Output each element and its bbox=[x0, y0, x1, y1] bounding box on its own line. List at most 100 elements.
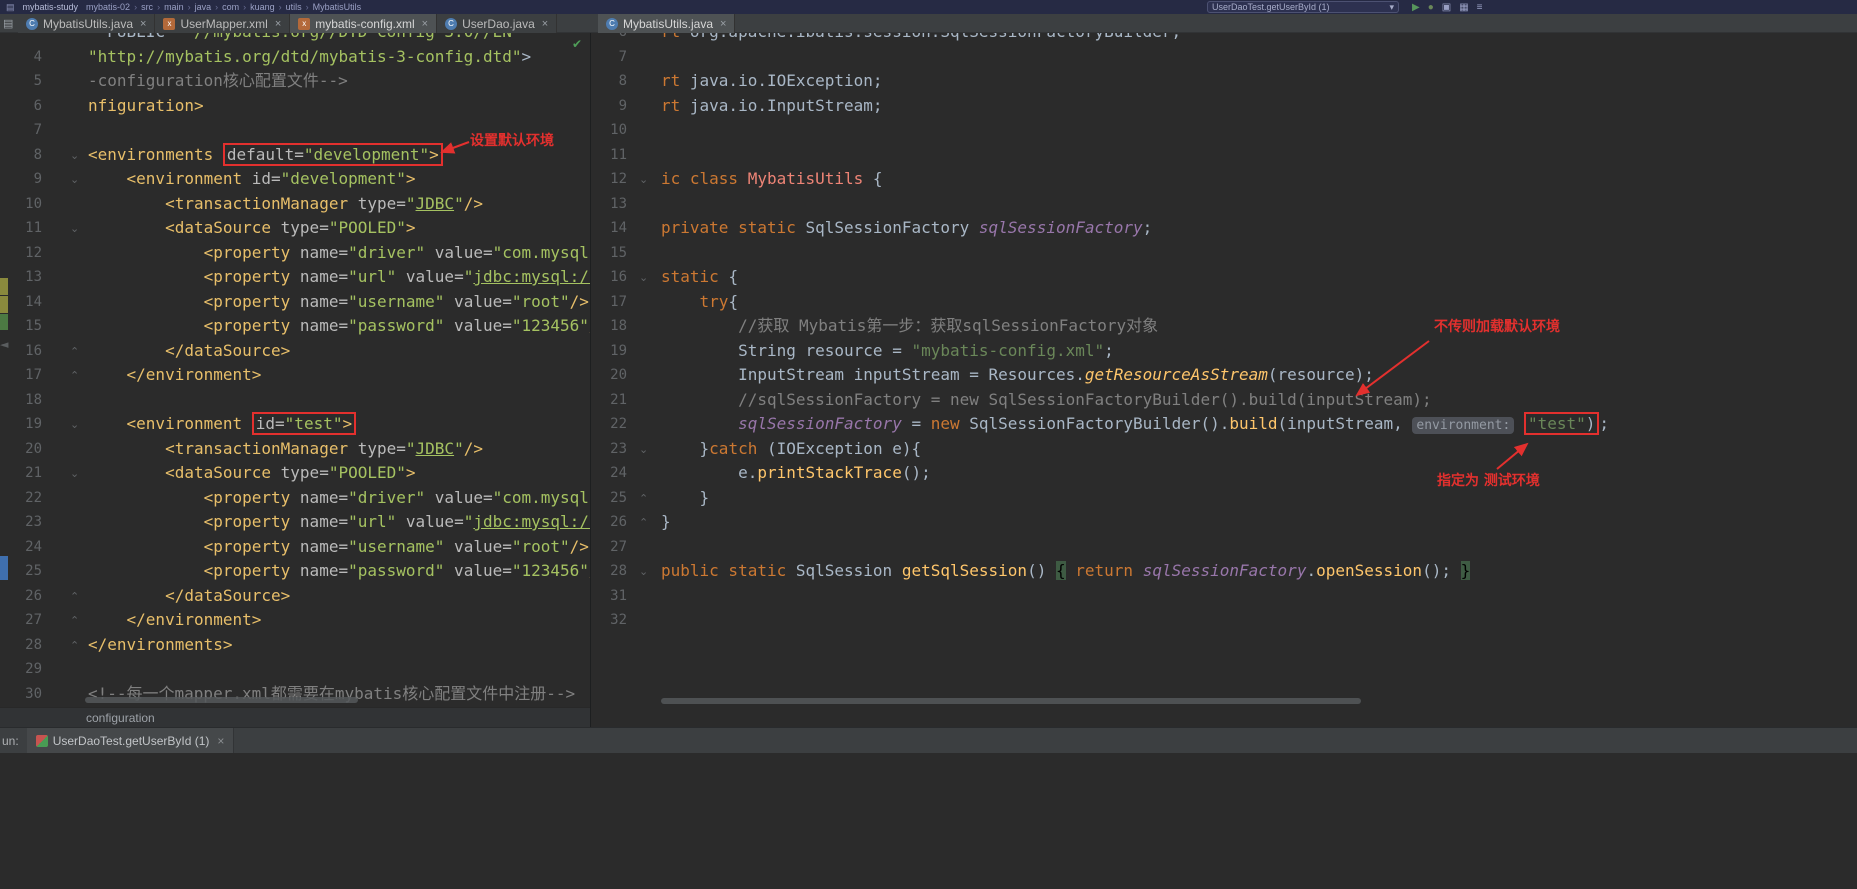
coverage-button[interactable]: ▣ bbox=[1442, 2, 1451, 13]
line-number[interactable]: 27 bbox=[591, 535, 627, 560]
fold-open-icon[interactable]: ⌄ bbox=[639, 168, 648, 193]
fold-close-icon[interactable]: ⌃ bbox=[70, 364, 79, 389]
line-number[interactable]: 5 bbox=[0, 69, 42, 94]
line-number[interactable]: 12 bbox=[591, 167, 627, 192]
line-number[interactable]: 19 bbox=[0, 412, 42, 437]
code-line[interactable]: 18 bbox=[0, 388, 590, 413]
line-number[interactable]: 28 bbox=[591, 559, 627, 584]
fold-open-icon[interactable]: ⌄ bbox=[70, 462, 79, 487]
line-number[interactable]: 17 bbox=[591, 290, 627, 315]
run-tab[interactable]: UserDaoTest.getUserById (1) × bbox=[26, 727, 235, 754]
close-icon[interactable]: × bbox=[217, 734, 224, 748]
editor-tab-mybatisutils-java[interactable]: C MybatisUtils.java × bbox=[18, 14, 156, 33]
code-line[interactable]: 16 ⌄ static { bbox=[591, 265, 1857, 290]
code-line[interactable]: 14 <property name="username" value="root… bbox=[0, 290, 590, 315]
close-icon[interactable]: × bbox=[720, 18, 726, 30]
line-number[interactable]: 30 bbox=[0, 682, 42, 707]
code-line[interactable]: 14 private static SqlSessionFactory sqlSe… bbox=[591, 216, 1857, 241]
breadcrumb-item[interactable]: com bbox=[222, 2, 239, 12]
line-number[interactable]: 18 bbox=[0, 388, 42, 413]
line-number[interactable]: 16 bbox=[591, 265, 627, 290]
line-number[interactable]: 12 bbox=[0, 241, 42, 266]
line-number[interactable]: 7 bbox=[591, 45, 627, 70]
line-number[interactable]: 4 bbox=[0, 45, 42, 70]
code-line[interactable]: 11 ⌄ <dataSource type="POOLED"> bbox=[0, 216, 590, 241]
run-button[interactable]: ▶ bbox=[1412, 2, 1420, 13]
line-number[interactable]: 18 bbox=[591, 314, 627, 339]
code-line[interactable]: 13 bbox=[591, 192, 1857, 217]
code-line[interactable]: 19 String resource = "mybatis-config.xml… bbox=[591, 339, 1857, 364]
inspections-ok-icon[interactable]: ✔ bbox=[572, 37, 582, 51]
line-number[interactable]: 27 bbox=[0, 608, 42, 633]
code-line[interactable]: 26 ⌃} bbox=[591, 510, 1857, 535]
line-number[interactable]: 19 bbox=[591, 339, 627, 364]
code-line[interactable]: 19 ⌄ <environment id="test"> bbox=[0, 412, 590, 437]
line-number[interactable]: 10 bbox=[0, 192, 42, 217]
line-number[interactable]: 23 bbox=[591, 437, 627, 462]
code-line[interactable]: 23 <property name="url" value="jdbc:mysq… bbox=[0, 510, 590, 535]
code-line[interactable]: 8 rt java.io.IOException; bbox=[591, 69, 1857, 94]
code-line[interactable]: 22 <property name="driver" value="com.my… bbox=[0, 486, 590, 511]
code-line[interactable]: 17 ⌃ </environment> bbox=[0, 363, 590, 388]
code-line[interactable]: 15 bbox=[591, 241, 1857, 266]
code-line[interactable]: 15 <property name="password" value="1234… bbox=[0, 314, 590, 339]
java-editor-pane[interactable]: 6 rt org.apache.ibatis.session.SqlSession… bbox=[590, 33, 1857, 727]
code-line[interactable]: 25 ⌃ } bbox=[591, 486, 1857, 511]
code-line[interactable]: 28 ⌄ public static SqlSession getSqlSessio… bbox=[591, 559, 1857, 584]
code-line[interactable]: 20 <transactionManager type="JDBC"/> bbox=[0, 437, 590, 462]
fold-close-icon[interactable]: ⌃ bbox=[70, 340, 79, 365]
editor-tab-usermapper-xml[interactable]: x UserMapper.xml × bbox=[155, 14, 291, 33]
line-number[interactable]: 31 bbox=[591, 584, 627, 609]
code-line[interactable]: 29 bbox=[0, 657, 590, 682]
line-number[interactable]: 8 bbox=[0, 143, 42, 168]
close-icon[interactable]: × bbox=[275, 18, 281, 30]
breadcrumb-item[interactable]: kuang bbox=[250, 2, 275, 12]
line-number[interactable]: 24 bbox=[591, 461, 627, 486]
fold-open-icon[interactable]: ⌄ bbox=[70, 144, 79, 169]
close-icon[interactable]: × bbox=[542, 18, 548, 30]
line-number[interactable]: 14 bbox=[591, 216, 627, 241]
line-number[interactable]: 11 bbox=[591, 143, 627, 168]
line-number[interactable]: 7 bbox=[0, 118, 42, 143]
code-line[interactable]: 23 ⌄ }catch (IOException e){ bbox=[591, 437, 1857, 462]
code-line[interactable]: 21 //sqlSessionFactory = new SqlSessionF… bbox=[591, 388, 1857, 413]
fold-open-icon[interactable]: ⌄ bbox=[639, 266, 648, 291]
code-line[interactable]: 31 bbox=[591, 584, 1857, 609]
breadcrumb-item[interactable]: src bbox=[141, 2, 153, 12]
code-line[interactable]: 5 -configuration核心配置文件--> bbox=[0, 69, 590, 94]
fold-close-icon[interactable]: ⌃ bbox=[70, 609, 79, 634]
line-number[interactable]: 6 bbox=[0, 94, 42, 119]
line-number[interactable]: 9 bbox=[0, 167, 42, 192]
line-number[interactable]: 26 bbox=[0, 584, 42, 609]
code-line[interactable]: 20 InputStream inputStream = Resources.g… bbox=[591, 363, 1857, 388]
breadcrumb-item[interactable]: main bbox=[164, 2, 184, 12]
line-number[interactable]: 9 bbox=[591, 94, 627, 119]
code-line[interactable]: 28 ⌃ </environments> bbox=[0, 633, 590, 658]
editor-list-icon[interactable]: ▤ bbox=[3, 17, 13, 30]
fold-close-icon[interactable]: ⌃ bbox=[70, 585, 79, 610]
code-line[interactable]: 16 ⌃ </dataSource> bbox=[0, 339, 590, 364]
line-number[interactable]: 11 bbox=[0, 216, 42, 241]
line-number[interactable]: 22 bbox=[591, 412, 627, 437]
code-line[interactable]: 7 bbox=[591, 45, 1857, 70]
breadcrumb-item[interactable]: mybatis-02 bbox=[86, 2, 130, 12]
line-number[interactable]: 26 bbox=[591, 510, 627, 535]
code-line[interactable]: 11 bbox=[591, 143, 1857, 168]
code-line[interactable]: 25 <property name="password" value="1234… bbox=[0, 559, 590, 584]
code-line[interactable]: 9 ⌄ <environment id="development"> bbox=[0, 167, 590, 192]
editor-tab-userdao-java[interactable]: C UserDao.java × bbox=[437, 14, 558, 33]
code-line[interactable]: 18 //获取 Mybatis第一步：获取sqlSessionFactory对象 bbox=[591, 314, 1857, 339]
search-everywhere-button[interactable]: ≡ bbox=[1477, 2, 1483, 13]
fold-open-icon[interactable]: ⌄ bbox=[639, 560, 648, 585]
line-number[interactable]: 22 bbox=[0, 486, 42, 511]
line-number[interactable]: 17 bbox=[0, 363, 42, 388]
line-number[interactable]: 10 bbox=[591, 118, 627, 143]
editor-tab-mybatisutils-java[interactable]: C MybatisUtils.java × bbox=[598, 14, 736, 33]
fold-close-icon[interactable]: ⌃ bbox=[70, 634, 79, 659]
close-icon[interactable]: × bbox=[140, 18, 146, 30]
code-line[interactable]: 13 <property name="url" value="jdbc:mysq… bbox=[0, 265, 590, 290]
code-line[interactable]: 9 rt java.io.InputStream; bbox=[591, 94, 1857, 119]
code-line[interactable]: 24 e.printStackTrace(); bbox=[591, 461, 1857, 486]
menu-icon[interactable]: ▤ bbox=[6, 2, 15, 13]
fold-close-icon[interactable]: ⌃ bbox=[639, 487, 648, 512]
